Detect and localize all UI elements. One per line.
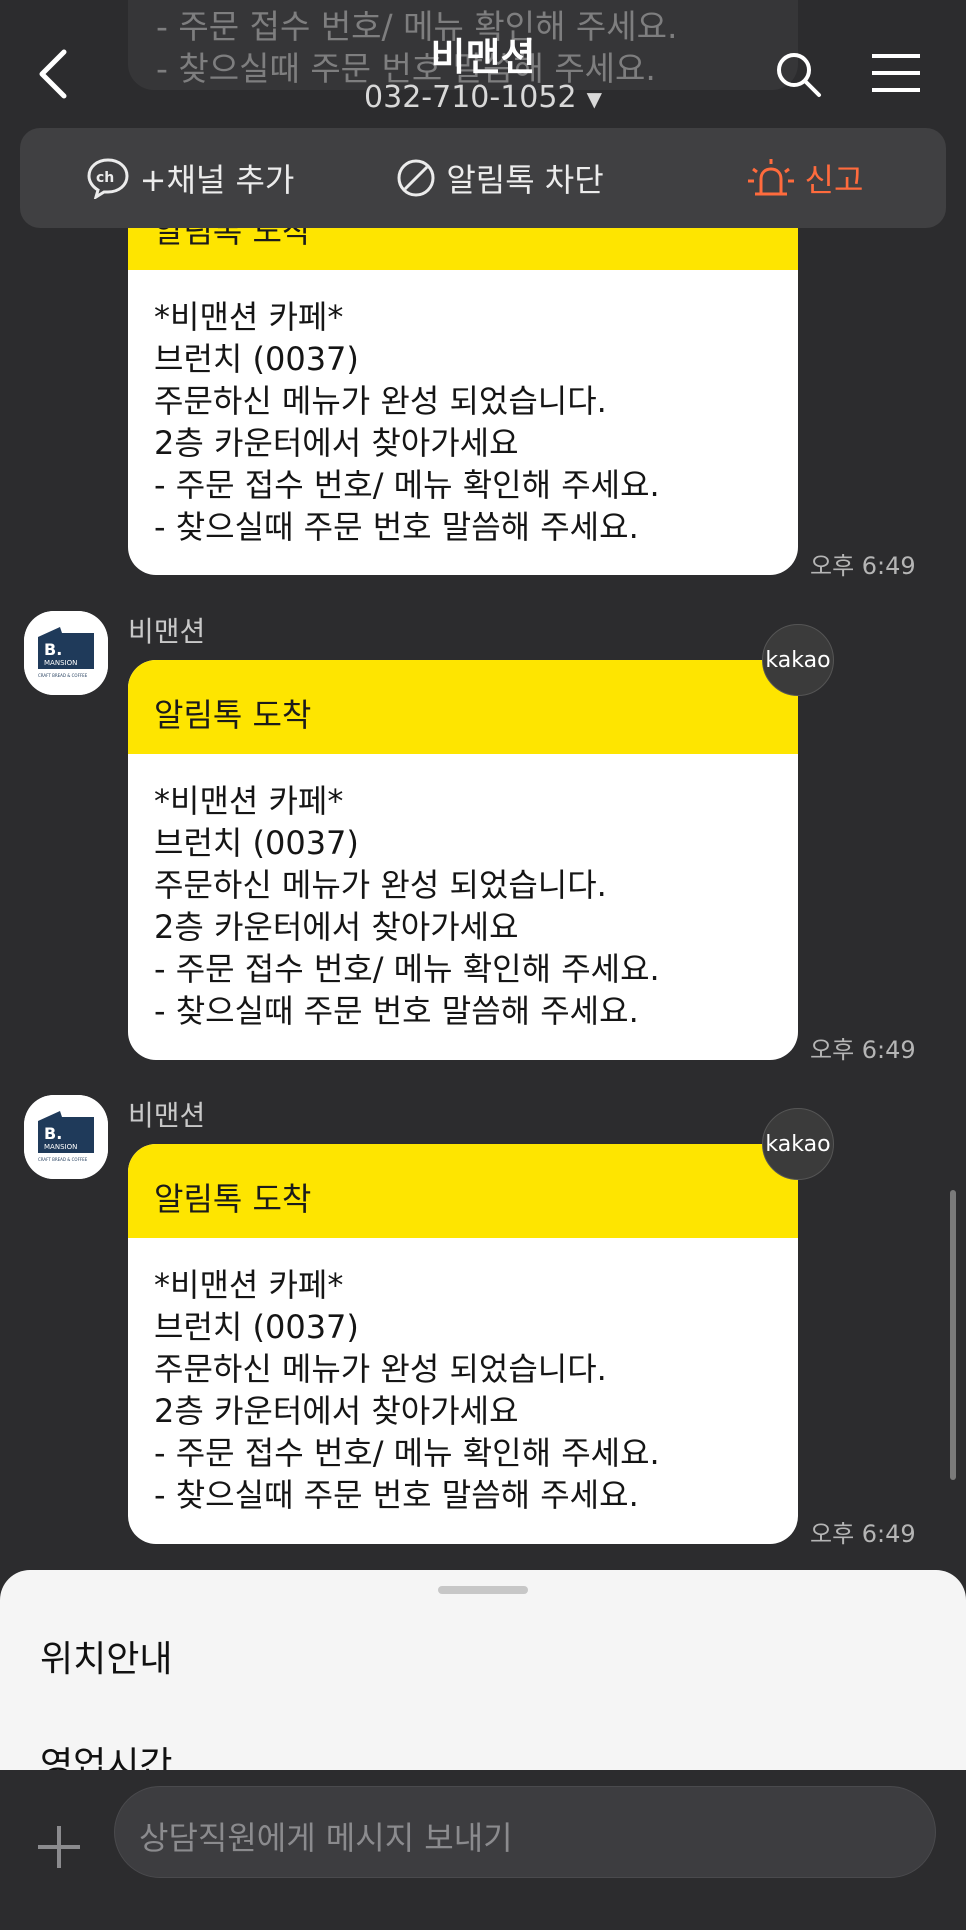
message-line: - 찾으실때 주문 번호 말씀해 주세요. [154,508,639,546]
block-icon [397,159,435,197]
report-button[interactable]: 신고 [730,128,880,228]
menu-item-hours[interactable]: 영업시간 [40,1736,172,1770]
siren-icon [747,159,794,196]
svg-text:ch: ch [96,170,114,186]
message-line: 2층 카운터에서 찾아가세요 [154,424,519,462]
b-mansion-logo-icon: B. MANSION CRAFT BREAD & COFFEE [24,611,108,695]
bubble-body: *비맨션 카페* 브런치 (0037) 주문하신 메뉴가 완성 되었습니다. 2… [128,270,798,548]
sheet-drag-handle[interactable] [438,1586,528,1594]
svg-text:CRAFT BREAD & COFFEE: CRAFT BREAD & COFFEE [38,1157,88,1162]
chat-header: 비맨션 032-710-1052 ▼ ch +채널 추가 알림톡 차단 신고 [0,0,966,230]
menu-item-location[interactable]: 위치안내 [40,1630,172,1682]
message-time: 오후 6:49 [810,1520,916,1548]
svg-text:MANSION: MANSION [44,659,77,667]
message-input-bar: 상담직원에게 메시지 보내기 [0,1772,966,1930]
report-label: 신고 [804,161,864,199]
svg-text:MANSION: MANSION [44,1143,77,1151]
search-button[interactable] [774,50,824,100]
channel-menu-sheet: 위치안내 영업시간 [0,1570,966,1770]
sender-name: 비맨션 [128,1099,206,1132]
hamburger-menu-icon [872,54,920,92]
message-line: 브런치 (0037) [154,1308,359,1346]
search-icon [777,53,821,97]
add-channel-label: +채널 추가 [139,161,295,199]
bubble-header: 알림톡 도착 [128,1144,798,1238]
message-line: 주문하신 메뉴가 완성 되었습니다. [154,1350,607,1388]
message-line: 브런치 (0037) [154,824,359,862]
svg-text:B.: B. [44,1124,62,1143]
svg-text:B.: B. [44,640,62,659]
bubble-body: *비맨션 카페* 브런치 (0037) 주문하신 메뉴가 완성 되었습니다. 2… [128,1238,798,1516]
kakao-badge-icon: kakao [762,624,834,696]
bubble-body: *비맨션 카페* 브런치 (0037) 주문하신 메뉴가 완성 되었습니다. 2… [128,754,798,1032]
block-label: 알림톡 차단 [446,161,604,199]
message-input[interactable]: 상담직원에게 메시지 보내기 [114,1786,936,1878]
chat-area[interactable]: - 주문 접수 번호/ 메뉴 확인해 주세요. - 찾으실때 주문 번호 말씀해… [0,0,966,1590]
kakao-badge-icon: kakao [762,1108,834,1180]
add-channel-button[interactable]: ch +채널 추가 [80,128,300,228]
message-line: - 주문 접수 번호/ 메뉴 확인해 주세요. [154,950,660,988]
menu-button[interactable] [870,52,922,94]
message-line: - 찾으실때 주문 번호 말씀해 주세요. [154,1476,639,1514]
block-alimtalk-button[interactable]: 알림톡 차단 [380,128,620,228]
svg-text:CRAFT BREAD & COFFEE: CRAFT BREAD & COFFEE [38,673,88,678]
attach-button[interactable] [36,1824,82,1870]
message-line: *비맨션 카페* [154,782,344,820]
message-line: 브런치 (0037) [154,340,359,378]
channel-icon: ch [87,158,129,199]
message-line: 2층 카운터에서 찾아가세요 [154,1392,519,1430]
message-line: 2층 카운터에서 찾아가세요 [154,908,519,946]
message-time: 오후 6:49 [810,1036,916,1064]
b-mansion-logo-icon: B. MANSION CRAFT BREAD & COFFEE [24,1095,108,1179]
alimtalk-bubble[interactable]: 알림톡 도착 *비맨션 카페* 브런치 (0037) 주문하신 메뉴가 완성 되… [128,660,798,1060]
message-time: 오후 6:49 [810,552,916,580]
message-line: - 찾으실때 주문 번호 말씀해 주세요. [154,992,639,1030]
alimtalk-bubble[interactable]: 알림톡 도착 *비맨션 카페* 브런치 (0037) 주문하신 메뉴가 완성 되… [128,1144,798,1544]
plus-icon [38,1826,80,1868]
phone-number: 032-710-1052 [364,80,577,115]
channel-action-bar: ch +채널 추가 알림톡 차단 신고 [20,128,946,228]
message-line: *비맨션 카페* [154,1266,344,1304]
channel-avatar[interactable]: B. MANSION CRAFT BREAD & COFFEE [24,611,108,695]
message-line: 주문하신 메뉴가 완성 되었습니다. [154,866,607,904]
caret-down-icon: ▼ [586,86,602,111]
message-line: *비맨션 카페* [154,298,344,336]
sender-name: 비맨션 [128,615,206,648]
message-line: 주문하신 메뉴가 완성 되었습니다. [154,382,607,420]
bubble-header: 알림톡 도착 [128,660,798,754]
message-line: - 주문 접수 번호/ 메뉴 확인해 주세요. [154,466,660,504]
chat-scrollbar[interactable] [950,1190,956,1480]
channel-avatar[interactable]: B. MANSION CRAFT BREAD & COFFEE [24,1095,108,1179]
message-line: - 주문 접수 번호/ 메뉴 확인해 주세요. [154,1434,660,1472]
